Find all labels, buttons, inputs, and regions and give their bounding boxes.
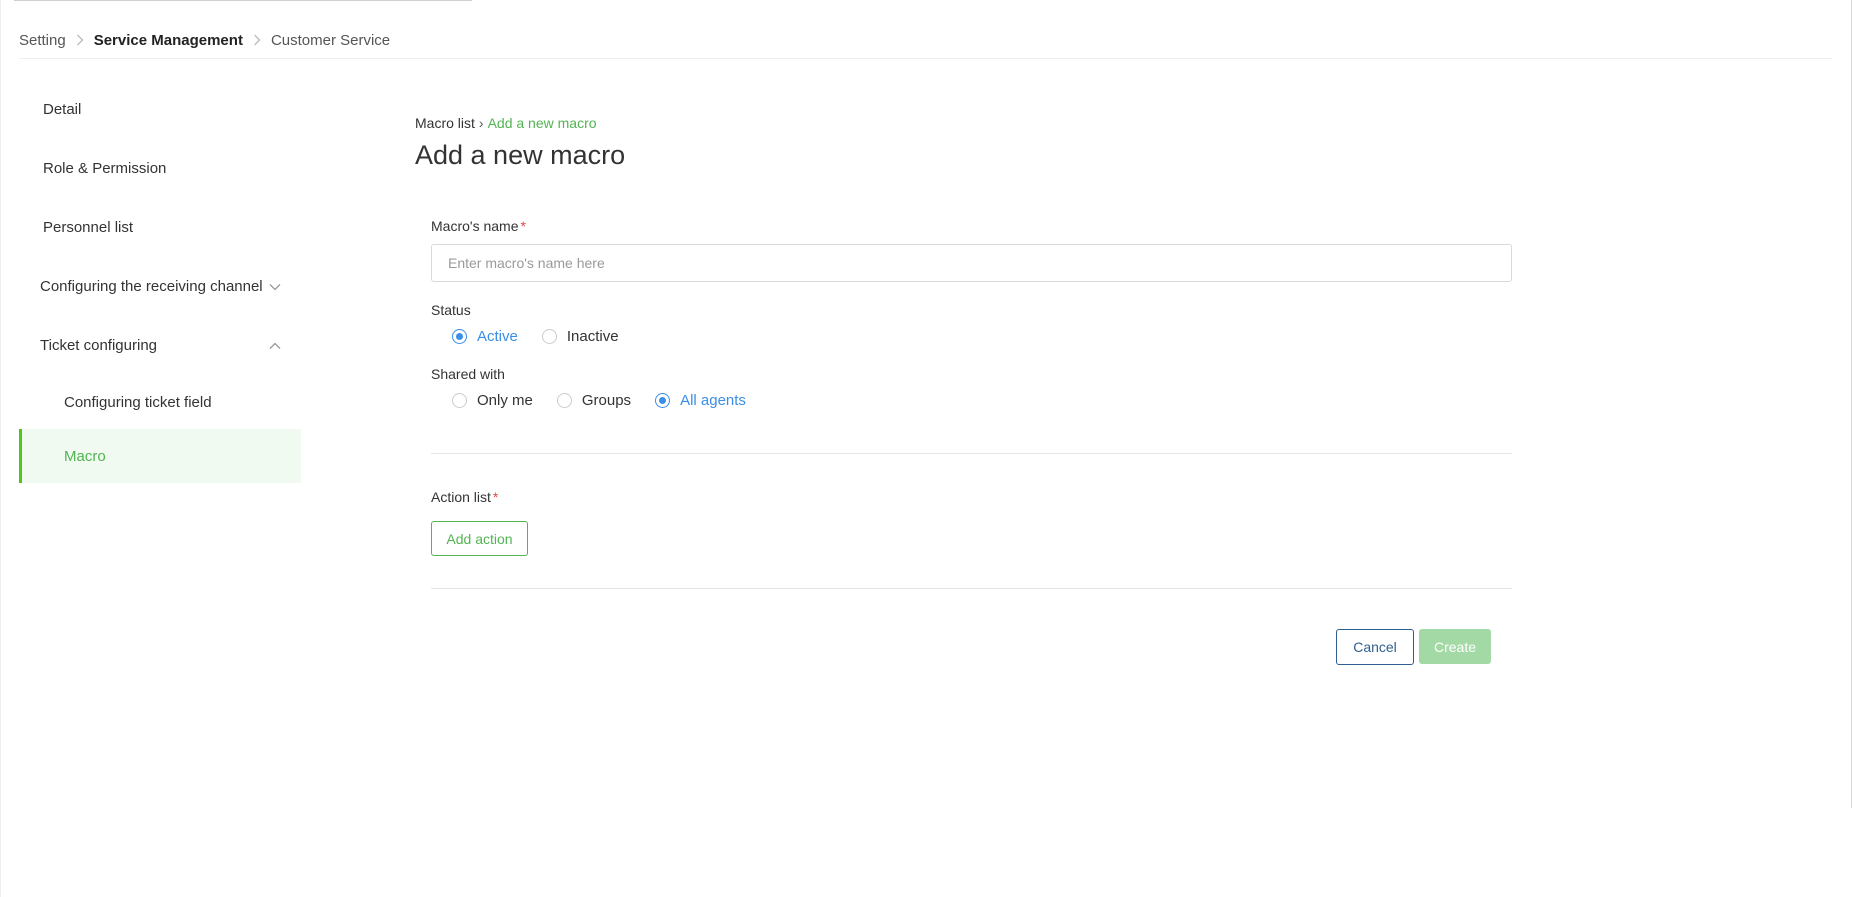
sidebar-item-detail[interactable]: Detail [19, 80, 301, 139]
status-label: Status [431, 302, 471, 318]
top-scroll-indicator [14, 0, 472, 1]
breadcrumb-customer-service[interactable]: Customer Service [271, 32, 390, 49]
page: Setting Service Management Customer Serv… [0, 0, 1854, 897]
shared-only-me-radio[interactable]: Only me [452, 392, 533, 409]
radio-checked-icon [452, 328, 467, 344]
shared-groups-radio[interactable]: Groups [556, 391, 632, 409]
shared-with-label: Shared with [431, 366, 505, 382]
breadcrumb-macro-list[interactable]: Macro list [415, 115, 475, 131]
radio-label: Only me [477, 391, 533, 409]
status-active-radio[interactable]: Active [452, 328, 518, 345]
radio-label: All agents [680, 391, 746, 409]
chevron-right-icon [76, 34, 84, 46]
radio-unchecked-icon [452, 392, 467, 408]
sidebar-item-configuring-ticket-field[interactable]: Configuring ticket field [19, 375, 301, 429]
macro-name-input[interactable] [431, 244, 1512, 282]
sidebar-item-label: Ticket configuring [40, 337, 157, 354]
breadcrumb-service-management[interactable]: Service Management [94, 32, 243, 49]
action-list-container: Add action [431, 521, 1512, 556]
section-divider [431, 588, 1512, 589]
action-list-label: Action list * [431, 487, 1512, 507]
required-mark: * [520, 218, 526, 234]
macro-name-label: Macro's name * [431, 216, 1512, 236]
breadcrumb-setting[interactable]: Setting [19, 32, 66, 49]
form-actions: Cancel Create [1336, 629, 1491, 665]
chevron-up-icon [269, 342, 281, 350]
radio-label: Active [477, 327, 518, 345]
sidebar-item-label: Personnel list [43, 219, 134, 236]
sidebar-item-personnel-list[interactable]: Personnel list [19, 198, 301, 257]
page-title: Add a new macro [415, 140, 626, 170]
sidebar-item-receiving-channel[interactable]: Configuring the receiving channel [19, 257, 301, 316]
required-mark: * [492, 489, 499, 505]
add-action-button[interactable]: Add action [431, 521, 528, 556]
chevron-right-icon [253, 34, 261, 46]
sidebar-item-macro[interactable]: Macro [19, 429, 301, 483]
radio-unchecked-icon [541, 328, 557, 344]
content-breadcrumb: Macro list › Add a new macro [415, 112, 1515, 134]
status-inactive-radio[interactable]: Inactive [541, 327, 619, 345]
macro-form: Macro's name* Status Active Inactive Sha… [431, 216, 1512, 589]
sidebar-item-role-permission[interactable]: Role & Permission [19, 139, 301, 198]
radio-unchecked-icon [556, 392, 572, 408]
window-edge [0, 0, 1, 897]
shared-all-agents-radio[interactable]: All agents [655, 392, 746, 409]
right-edge [1851, 0, 1852, 808]
breadcrumb: Setting Service Management Customer Serv… [19, 28, 390, 52]
cancel-button[interactable]: Cancel [1336, 629, 1414, 665]
radio-checked-icon [655, 392, 671, 408]
macro-name-label-text: Macro's name [431, 218, 519, 234]
sidebar-item-label: Configuring ticket field [64, 393, 212, 411]
shared-with-radio-group: Only me Groups All agents [431, 388, 1512, 412]
radio-label: Inactive [566, 327, 619, 345]
chevron-down-icon [269, 283, 281, 291]
sidebar-item-label: Macro [64, 447, 106, 465]
sidebar-item-label: Detail [43, 101, 82, 118]
sidebar-item-ticket-configuring[interactable]: Ticket configuring [19, 316, 301, 375]
breadcrumb-separator: › [478, 115, 484, 131]
section-divider [431, 453, 1512, 454]
main-content: Macro list › Add a new macro Add a new m… [415, 112, 1515, 176]
create-button[interactable]: Create [1419, 629, 1491, 664]
sidebar-item-label: Configuring the receiving channel [40, 278, 263, 295]
sidebar-item-label: Role & Permission [43, 160, 167, 177]
header-divider [19, 58, 1832, 59]
sidebar: Detail Role & Permission Personnel list … [19, 80, 301, 483]
status-radio-group: Active Inactive [431, 324, 1512, 348]
breadcrumb-current: Add a new macro [487, 115, 597, 131]
action-list-label-text: Action list [431, 489, 491, 505]
radio-label: Groups [581, 391, 632, 409]
